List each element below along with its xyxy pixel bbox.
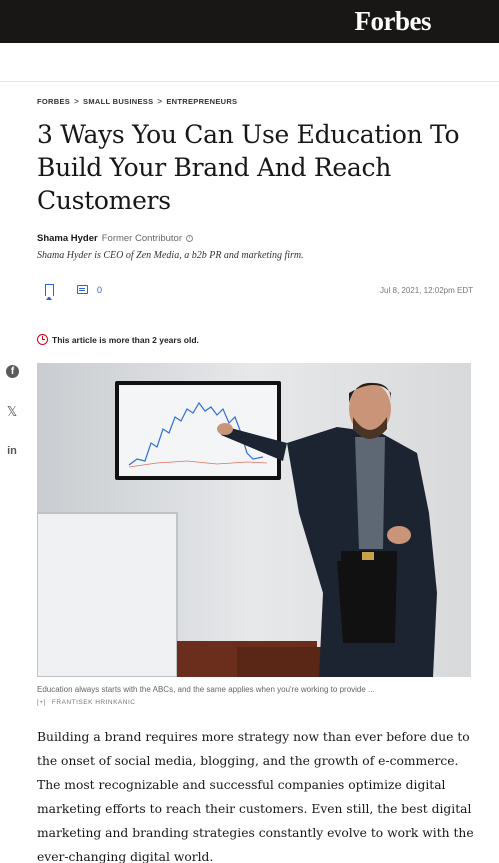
image-caption: Education always starts with the ABCs, a… <box>37 685 375 694</box>
expand-caption-button[interactable]: [+] <box>37 699 46 706</box>
info-icon[interactable]: i <box>185 235 193 242</box>
facebook-icon[interactable]: f <box>6 365 19 378</box>
article-age-notice: This article is more than 2 years old. <box>37 334 199 345</box>
image-credit-row: [+] FRANTISEK HRINKANIC <box>37 699 135 706</box>
author-name[interactable]: Shama Hyder <box>37 233 98 244</box>
author-role: Former Contributor <box>101 233 182 244</box>
hero-photo-illustration <box>37 363 471 677</box>
article-age-text: This article is more than 2 years old. <box>52 334 199 345</box>
author-byline: Shama Hyder Former Contributor i <box>37 233 193 244</box>
breadcrumb-separator: > <box>74 97 80 106</box>
breadcrumb-small-business[interactable]: SMALL BUSINESS <box>83 97 153 106</box>
publish-date: Jul 8, 2021, 12:02pm EDT <box>380 286 473 295</box>
bookmark-icon[interactable] <box>45 284 54 300</box>
linkedin-icon[interactable]: in <box>4 445 20 459</box>
x-icon[interactable]: 𝕏 <box>4 405 20 420</box>
secondary-nav-bar <box>0 43 499 82</box>
article-hero-image[interactable] <box>37 363 471 677</box>
top-navigation-bar: Forbes <box>0 0 499 43</box>
breadcrumb-entrepreneurs[interactable]: ENTREPRENEURS <box>166 97 237 106</box>
article-toolbar: 0 Jul 8, 2021, 12:02pm EDT <box>37 280 473 302</box>
article-headline: 3 Ways You Can Use Education To Build Yo… <box>37 120 460 215</box>
breadcrumb-separator: > <box>157 97 163 106</box>
clock-icon <box>37 334 48 345</box>
breadcrumb: FORBES > SMALL BUSINESS > ENTREPRENEURS <box>37 97 237 106</box>
breadcrumb-forbes[interactable]: FORBES <box>37 97 70 106</box>
comment-icon[interactable] <box>77 285 88 294</box>
article-body-paragraph: Building a brand requires more strategy … <box>37 730 474 863</box>
photo-credit: FRANTISEK HRINKANIC <box>51 699 136 706</box>
author-bio: Shama Hyder is CEO of Zen Media, a b2b P… <box>37 250 304 261</box>
forbes-logo[interactable]: Forbes <box>355 6 432 37</box>
comment-count[interactable]: 0 <box>97 285 102 295</box>
